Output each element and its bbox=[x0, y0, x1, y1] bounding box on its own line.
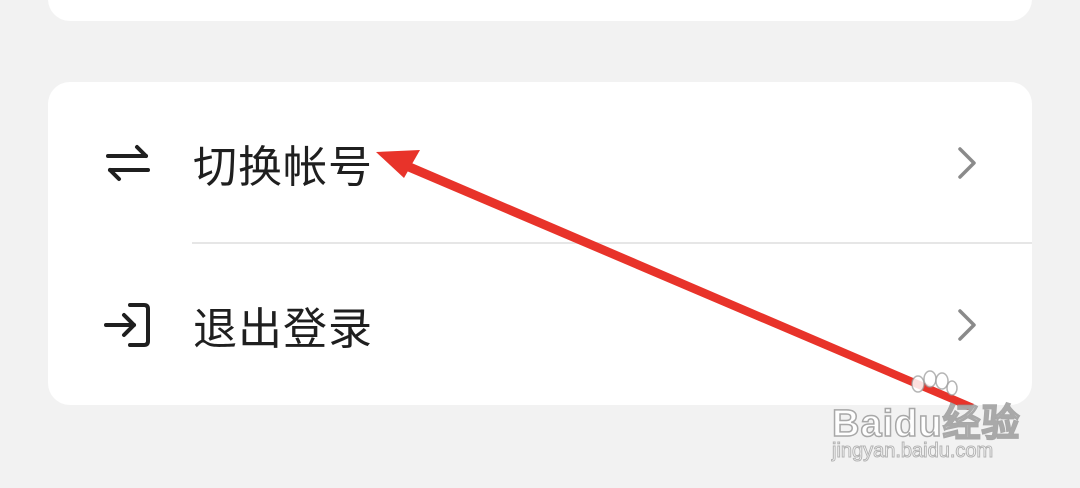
previous-settings-card bbox=[48, 0, 1032, 21]
logout-label: 退出登录 bbox=[193, 303, 373, 355]
switch-account-label: 切换帐号 bbox=[193, 141, 373, 193]
logout-row[interactable]: 退出登录 bbox=[48, 244, 1032, 405]
watermark-url-text: jingyan.baidu.com bbox=[831, 440, 994, 463]
chevron-right-icon bbox=[952, 143, 982, 183]
switch-account-row[interactable]: 切换帐号 bbox=[48, 82, 1032, 244]
switch-arrows-icon bbox=[100, 135, 156, 191]
logout-icon bbox=[100, 297, 156, 353]
chevron-right-icon bbox=[952, 305, 982, 345]
account-actions-card: 切换帐号 退出登录 bbox=[48, 82, 1032, 405]
